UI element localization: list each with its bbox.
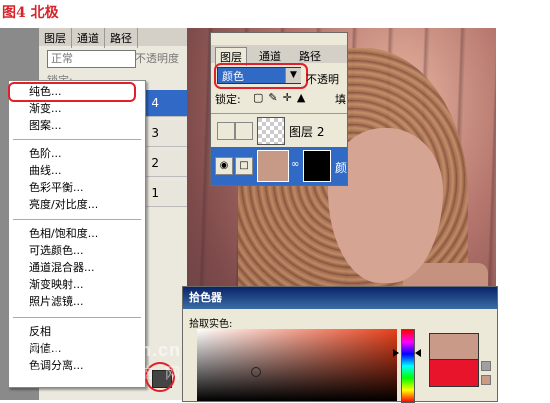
eye-icon[interactable]: ◉ [215,157,233,175]
layers-panel-front-tabs: 图层 通道 路径 [211,45,347,66]
color-cursor[interactable] [251,367,261,377]
opacity-label: 不透明度 [135,52,179,65]
highlight-oval-solid-color [8,82,136,102]
menu-item-curves[interactable]: 曲线... [9,162,145,179]
layer-name: 图层 2 [289,125,325,139]
watermark-text: 太平洋电脑网 [30,364,193,382]
color-field[interactable] [197,329,397,401]
menu-item-brightness-contrast[interactable]: 亮度/对比度... [9,196,145,213]
watermark-logo: PConline.com.cn [20,340,182,360]
tab-channels[interactable]: 通道 [72,28,105,48]
layers-panel-back-tabs: 图层 通道 路径 [39,28,187,48]
tab-layers[interactable]: 图层 [39,28,72,48]
link-toggle[interactable] [235,122,253,140]
layer-row-layer2[interactable]: 图层 2 [211,113,347,149]
lock-label: 锁定: [215,93,241,106]
layer-name: 颜 [335,161,348,175]
gamut-warning-icon[interactable] [481,361,491,371]
menu-item-invert[interactable]: 反相 [9,323,145,340]
hue-slider[interactable] [401,329,415,403]
current-color-swatch[interactable] [429,359,479,387]
brush-icon[interactable]: □ [235,157,253,175]
menu-item-photo-filter[interactable]: 照片滤镜... [9,293,145,310]
fill-label: 填 [335,93,346,106]
layer-row-fill[interactable]: ◉ □ ∞ 颜 [211,147,347,185]
menu-item-color-balance[interactable]: 色彩平衡... [9,179,145,196]
color-picker-dialog: 拾色器 拾取实色: [182,286,498,403]
figure-caption: 图4 北极 [2,5,59,21]
menu-item-gradient-map[interactable]: 渐变映射... [9,276,145,293]
web-color-icon[interactable] [481,375,491,385]
fill-color-thumbnail[interactable] [257,150,289,182]
menu-item-levels[interactable]: 色阶... [9,145,145,162]
picker-label: 拾取实色: [189,319,233,330]
menu-item-hue-saturation[interactable]: 色相/饱和度... [9,225,145,242]
visibility-toggle[interactable] [217,122,235,140]
menu-item-gradient[interactable]: 渐变... [9,100,145,117]
chain-icon: ∞ [291,159,300,170]
opacity-label: 不透明 [306,73,339,86]
menu-item-pattern[interactable]: 图案... [9,117,145,134]
layers-panel-front: 图层 通道 路径 颜色 ▼ 不透明 锁定: ▢✎✛▲ 填 图层 2 ◉ □ ∞ … [210,32,348,186]
new-color-swatch [429,333,479,361]
lock-icons[interactable]: ▢✎✛▲ [253,91,310,104]
blend-mode-select[interactable]: 正常 [47,50,136,68]
layer-thumbnail [257,117,285,145]
tab-paths[interactable]: 路径 [105,28,138,48]
layer-mask-thumbnail[interactable] [303,150,331,182]
highlight-oval-blend-mode [214,63,308,89]
dialog-title: 拾色器 [183,287,497,309]
menu-item-channel-mixer[interactable]: 通道混合器... [9,259,145,276]
slider-arrow-icon[interactable] [415,349,421,357]
menu-item-selective-color[interactable]: 可选颜色... [9,242,145,259]
slider-arrow-icon[interactable] [393,349,399,357]
